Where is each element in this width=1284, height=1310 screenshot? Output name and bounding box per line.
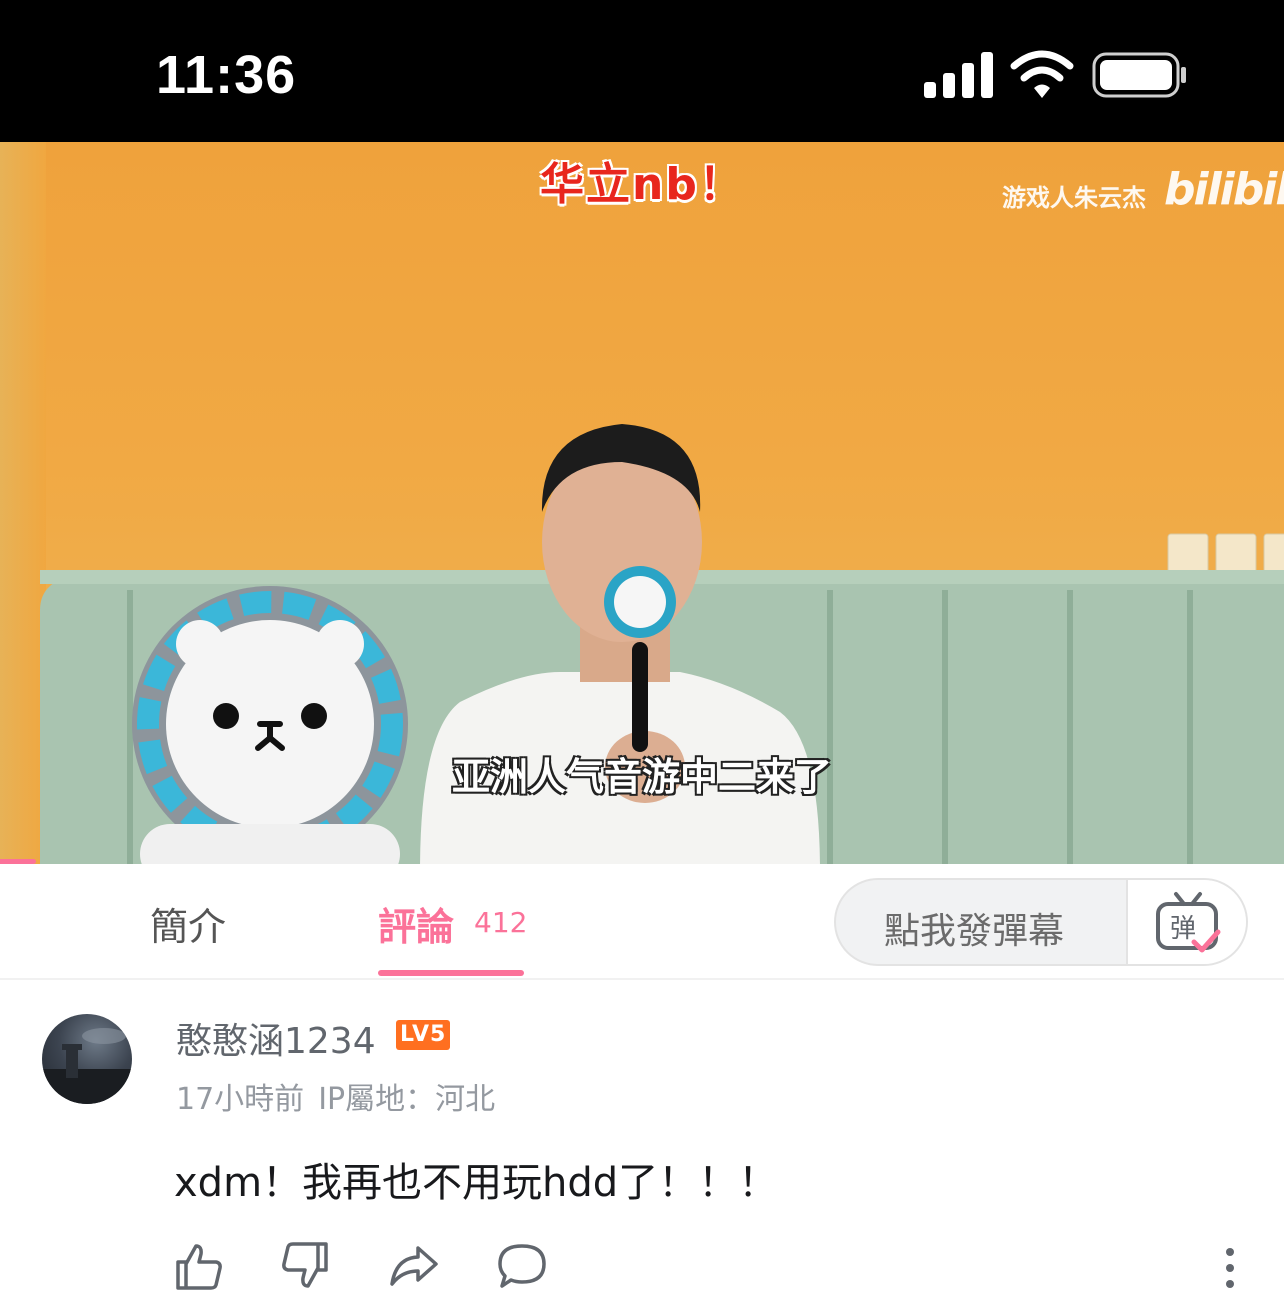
bilibili-logo: bilibili [1164,164,1284,215]
like-icon[interactable] [172,1240,224,1292]
video-player[interactable]: 华立nb！ 游戏人朱云杰 bilibili 亚洲人气音游中二来了 [0,142,1284,864]
active-tab-indicator [378,970,524,976]
avatar-image [42,1028,132,1104]
comment-time: 17小時前 [176,1082,305,1117]
dislike-icon[interactable] [280,1240,332,1292]
watermark-author: 游戏人朱云杰 [1002,184,1146,212]
status-bar: 11:36 [0,0,1284,142]
wifi-icon [1010,50,1074,98]
battery-icon [1092,52,1186,98]
tab-intro[interactable]: 簡介 [150,896,226,951]
cellular-signal-icon [924,52,993,98]
video-subtitle: 亚洲人气音游中二来了 [0,746,1284,801]
comments-count: 412 [474,906,528,939]
video-subtitle-text: 亚洲人气音游中二来了 [451,755,832,799]
comment-actions [172,1240,1272,1296]
level-badge: LV5 [396,1020,451,1050]
reply-icon[interactable] [496,1240,548,1292]
avatar[interactable] [42,1014,132,1104]
danmaku-icon: 弹 [1156,892,1221,953]
comment-meta: 17小時前 IP屬地：河北 [176,1074,495,1118]
username[interactable]: 憨憨涵1234 [176,1012,376,1064]
status-time: 11:36 [156,45,297,105]
mascot-plush [132,586,408,864]
tab-bar: 簡介 評論 412 點我發彈幕 弹 [0,864,1284,980]
danmaku-toggle-button[interactable]: 弹 [1126,880,1246,964]
more-icon[interactable] [1216,1246,1244,1290]
video-top-caption: 华立nb！ [540,159,745,210]
danmaku-bar: 點我發彈幕 弹 [834,878,1248,966]
share-icon[interactable] [388,1240,440,1292]
ip-location: IP屬地：河北 [318,1082,496,1117]
comment-text: xdm！我再也不用玩hdd了！！！ [174,1160,779,1206]
danmaku-icon-glyph: 弹 [1170,914,1196,944]
danmaku-input[interactable]: 點我發彈幕 [884,902,1064,954]
tab-comments[interactable]: 評論 [378,896,454,951]
comment-item: 憨憨涵1234 LV5 17小時前 IP屬地：河北 xdm！我再也不用玩hdd了！… [0,982,1284,1310]
